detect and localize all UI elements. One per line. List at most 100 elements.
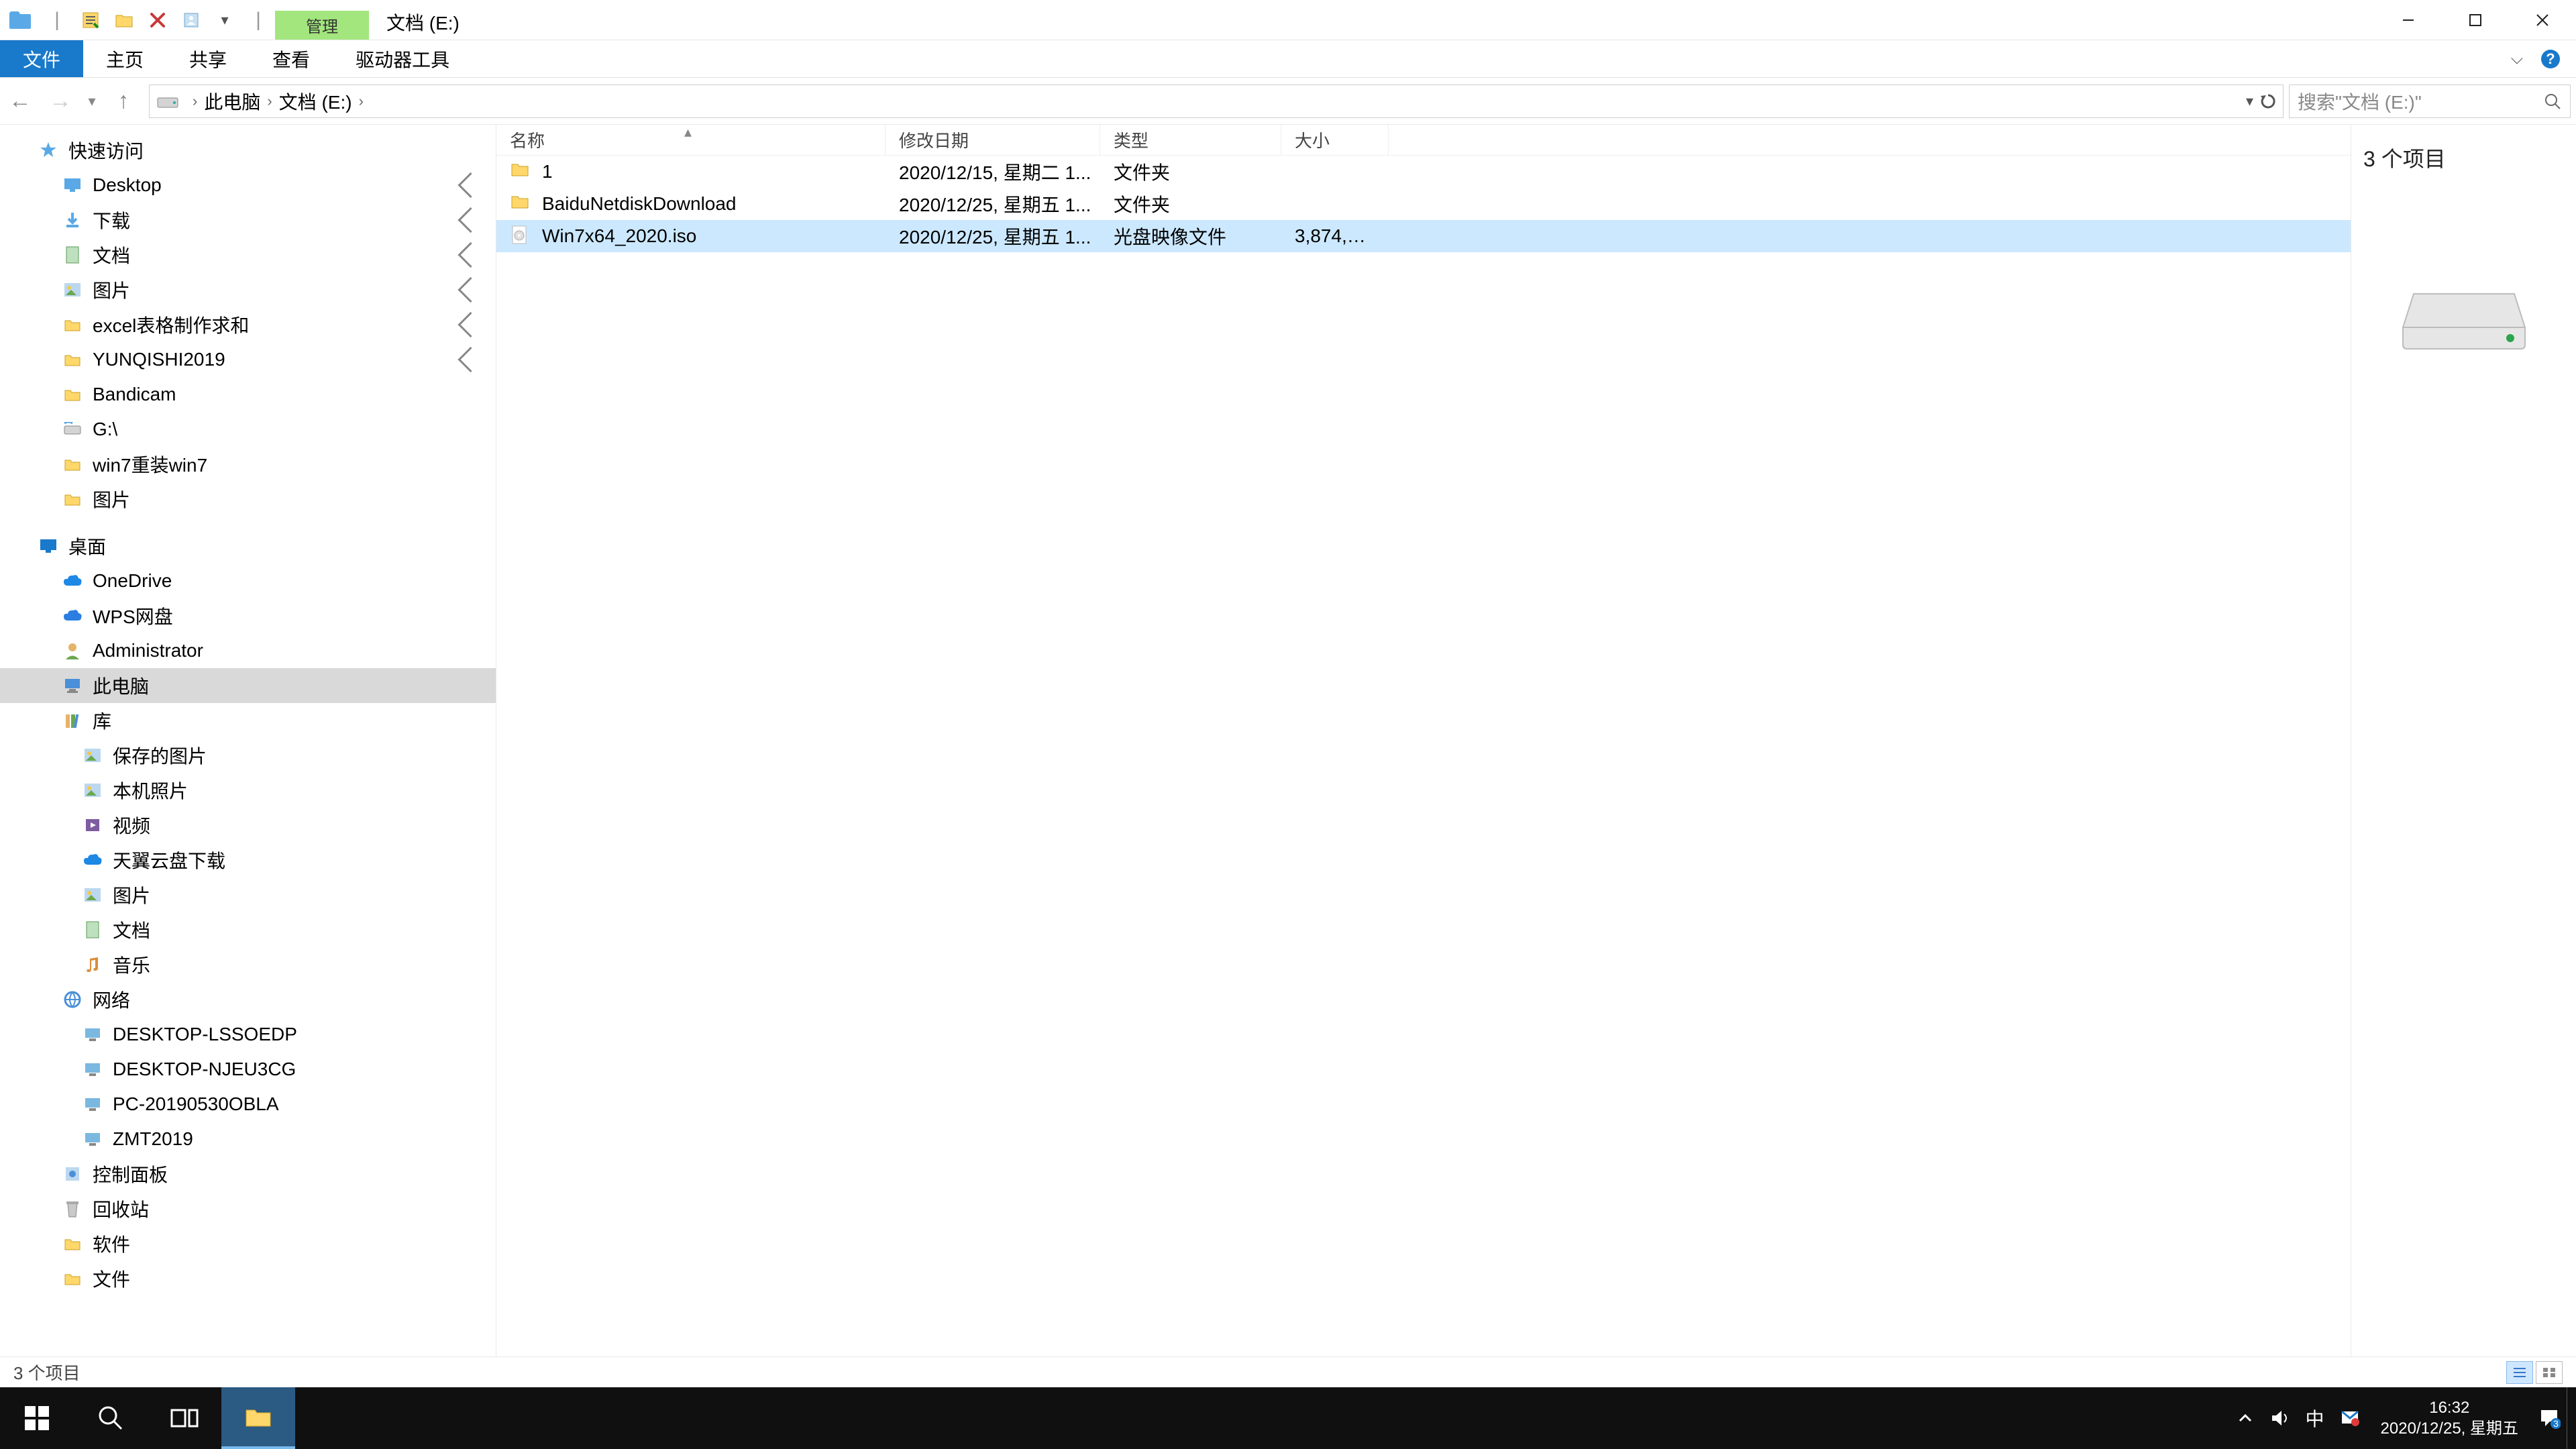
chevron-right-icon[interactable]: › [352, 93, 370, 110]
column-type[interactable]: 类型 [1100, 125, 1281, 155]
view-large-button[interactable] [2536, 1361, 2563, 1384]
view-details-button[interactable] [2506, 1361, 2533, 1384]
qat-properties-icon[interactable] [76, 6, 105, 34]
tree-item[interactable]: OneDrive [0, 564, 496, 598]
svg-text:?: ? [2546, 50, 2555, 67]
ribbon-tab-home[interactable]: 主页 [83, 40, 166, 77]
explorer-body: 快速访问Desktop下载文档图片excel表格制作求和YUNQISHI2019… [0, 125, 2576, 1356]
tray-overflow-icon[interactable] [2228, 1387, 2263, 1449]
pc-icon [60, 674, 85, 698]
minimize-button[interactable] [2375, 0, 2442, 40]
tree-item[interactable]: 图片 [0, 482, 496, 517]
tree-item[interactable]: Administrator [0, 633, 496, 668]
column-size[interactable]: 大小 [1281, 125, 1389, 155]
ribbon-tab-share[interactable]: 共享 [166, 40, 250, 77]
tree-item[interactable]: 网络 [0, 982, 496, 1017]
tree-item[interactable]: 视频 [0, 808, 496, 843]
tree-item[interactable]: excel表格制作求和 [0, 307, 496, 342]
search-icon[interactable] [2543, 92, 2562, 111]
tree-item[interactable]: PC-20190530OBLA [0, 1087, 496, 1122]
qat-rename-icon[interactable] [177, 6, 205, 34]
ribbon-context-tab[interactable]: 管理 [275, 0, 369, 40]
nav-tree[interactable]: 快速访问Desktop下载文档图片excel表格制作求和YUNQISHI2019… [0, 125, 496, 1356]
chevron-right-icon[interactable]: › [260, 93, 278, 110]
folder-icon [60, 1232, 85, 1256]
pic-icon [80, 743, 105, 767]
taskbar-search-button[interactable] [74, 1387, 148, 1449]
start-button[interactable] [0, 1387, 74, 1449]
close-button[interactable] [2509, 0, 2576, 40]
tree-item[interactable]: Bandicam [0, 377, 496, 412]
help-icon[interactable]: ? [2537, 46, 2564, 72]
file-row[interactable]: 12020/12/15, 星期二 1...文件夹 [496, 156, 2351, 188]
breadcrumb-segment[interactable]: 此电脑 [204, 88, 260, 115]
nav-up-button[interactable]: ↑ [103, 78, 144, 124]
pic-icon [80, 883, 105, 907]
tree-item[interactable]: 控制面板 [0, 1157, 496, 1191]
tree-item[interactable]: 桌面 [0, 529, 496, 564]
ribbon-tab-drivetools[interactable]: 驱动器工具 [333, 40, 472, 77]
tree-item-label: G:\ [93, 419, 117, 440]
tree-item[interactable]: 下载 [0, 203, 496, 237]
window-title: 文档 (E:) [369, 5, 477, 40]
tree-item[interactable]: Desktop [0, 168, 496, 203]
tree-item[interactable]: 回收站 [0, 1191, 496, 1226]
qat-new-folder-icon[interactable] [110, 6, 138, 34]
tree-item[interactable]: 文件 [0, 1261, 496, 1296]
tree-item[interactable]: 此电脑 [0, 668, 496, 703]
tree-item[interactable]: 软件 [0, 1226, 496, 1261]
nav-back-button[interactable]: ← [0, 78, 40, 124]
taskbar-clock[interactable]: 16:32 2020/12/25, 星期五 [2367, 1397, 2532, 1439]
breadcrumb-segment[interactable]: 文档 (E:) [279, 88, 352, 115]
ribbon-tab-file[interactable]: 文件 [0, 40, 83, 77]
file-row[interactable]: Win7x64_2020.iso2020/12/25, 星期五 1...光盘映像… [496, 220, 2351, 252]
tree-item[interactable]: ZMT2019 [0, 1122, 496, 1157]
tree-item[interactable]: WPS网盘 [0, 598, 496, 633]
tree-item[interactable]: 图片 [0, 272, 496, 307]
video-icon [80, 813, 105, 837]
qat-delete-icon[interactable] [144, 6, 172, 34]
chevron-right-icon[interactable]: › [186, 93, 204, 110]
tree-item-label: 视频 [113, 812, 150, 839]
ime-indicator[interactable]: 中 [2298, 1387, 2332, 1449]
tree-item[interactable]: 图片 [0, 877, 496, 912]
pic-icon [60, 278, 85, 302]
tree-item[interactable]: YUNQISHI2019 [0, 342, 496, 377]
task-view-button[interactable] [148, 1387, 221, 1449]
tree-item[interactable]: 库 [0, 703, 496, 738]
volume-icon[interactable] [2263, 1387, 2298, 1449]
tree-item[interactable]: 文档 [0, 237, 496, 272]
tree-item[interactable]: 本机照片 [0, 773, 496, 808]
search-input[interactable]: 搜索"文档 (E:)" [2289, 85, 2571, 118]
tree-item[interactable]: 天翼云盘下载 [0, 843, 496, 877]
tree-item[interactable]: DESKTOP-NJEU3CG [0, 1052, 496, 1087]
taskbar-explorer-button[interactable] [221, 1387, 295, 1449]
tree-item[interactable]: DESKTOP-LSSOEDP [0, 1017, 496, 1052]
column-date[interactable]: 修改日期 [885, 125, 1100, 155]
qat-dropdown-icon[interactable]: ▾ [211, 6, 239, 34]
tree-item[interactable]: 保存的图片 [0, 738, 496, 773]
file-list[interactable]: 名称 修改日期 类型 大小 12020/12/15, 星期二 1...文件夹Ba… [496, 125, 2351, 1356]
show-desktop-button[interactable] [2567, 1387, 2576, 1449]
address-dropdown-icon[interactable]: ▾ [2246, 93, 2253, 110]
column-name[interactable]: 名称 [496, 125, 885, 155]
file-row[interactable]: BaiduNetdiskDownload2020/12/25, 星期五 1...… [496, 188, 2351, 220]
ribbon-tab-view[interactable]: 查看 [250, 40, 333, 77]
drive-icon [156, 93, 179, 110]
nav-recent-dropdown[interactable]: ▾ [80, 78, 103, 124]
desktop-icon [60, 173, 85, 197]
tree-item[interactable]: win7重装win7 [0, 447, 496, 482]
nav-forward-button[interactable]: → [40, 78, 80, 124]
tree-item[interactable]: 音乐 [0, 947, 496, 982]
address-bar[interactable]: › 此电脑 › 文档 (E:) › ▾ [149, 85, 2284, 118]
maximize-button[interactable] [2442, 0, 2509, 40]
tree-item[interactable]: 快速访问 [0, 133, 496, 168]
tray-app-icon[interactable] [2332, 1387, 2367, 1449]
tree-item-label: YUNQISHI2019 [93, 349, 225, 370]
tree-item[interactable]: G:\ [0, 412, 496, 447]
music-icon [80, 953, 105, 977]
refresh-icon[interactable] [2259, 92, 2277, 111]
tree-item[interactable]: 文档 [0, 912, 496, 947]
ribbon-expand-icon[interactable]: ⌵ [2504, 46, 2530, 72]
action-center-icon[interactable]: 3 [2532, 1387, 2567, 1449]
